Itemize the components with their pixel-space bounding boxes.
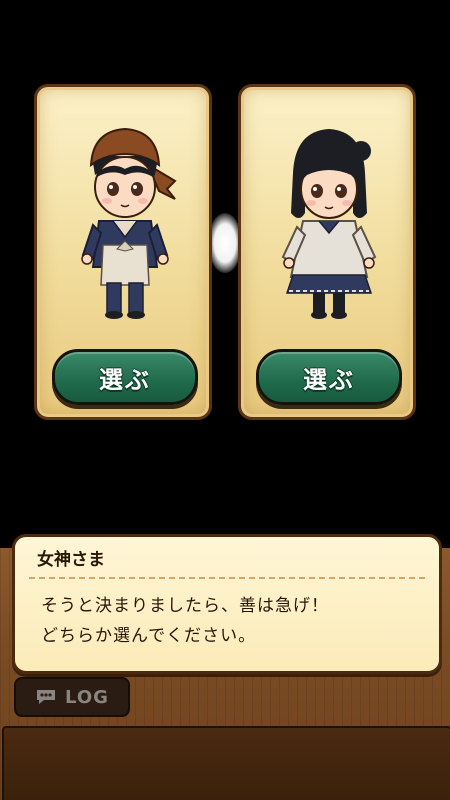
choose-male-button[interactable]: 選ぶ: [52, 349, 198, 405]
dialog-box[interactable]: 女神さま そうと決まりましたら、善は急げ！ どちらか選んでください。: [12, 534, 442, 674]
character-card-female[interactable]: 選ぶ: [238, 84, 416, 420]
bottom-wood-panel: [2, 726, 450, 800]
log-button[interactable]: LOG: [14, 677, 130, 717]
dialog-divider: [29, 577, 425, 579]
male-waiter-character-icon: [81, 127, 177, 319]
character-card-male[interactable]: 選ぶ: [34, 84, 212, 420]
log-button-label: LOG: [65, 686, 109, 708]
game-screen: 選ぶ 選ぶ 女神さま そうと決まりましたら、善は急げ！ どちらか選んでください。…: [0, 0, 450, 800]
choose-button-label: 選ぶ: [303, 365, 355, 394]
dialog-line-2: どちらか選んでください。: [41, 626, 257, 646]
dialog-line-1: そうと決まりましたら、善は急げ！: [41, 596, 329, 616]
choose-female-button[interactable]: 選ぶ: [256, 349, 402, 405]
speaker-name: 女神さま: [37, 550, 105, 570]
center-light-glow: [208, 213, 242, 273]
female-waitress-character-icon: [281, 129, 377, 319]
choose-button-label: 選ぶ: [99, 365, 151, 394]
dialog-message: そうと決まりましたら、善は急げ！ どちらか選んでください。: [41, 591, 329, 651]
chat-bubble-icon: [37, 690, 56, 704]
